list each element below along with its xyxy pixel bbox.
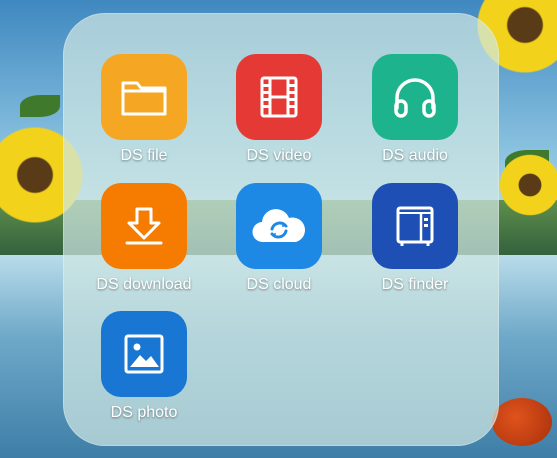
app-ds-photo[interactable]: DS photo [73,311,203,441]
app-ds-download[interactable]: DS download [73,183,203,313]
app-ds-audio[interactable]: DS audio [344,54,474,184]
photo-icon [124,334,164,374]
wallpaper-leaf [20,95,60,117]
app-folder: DS file DS video DS audio DS download DS… [63,13,499,446]
wallpaper-flower [495,150,557,220]
app-icon-ds-cloud[interactable] [236,183,322,269]
app-label: DS audio [382,147,448,164]
app-icon-ds-video[interactable] [236,54,322,140]
download-icon [125,207,163,245]
film-icon [260,76,298,118]
cloud-sync-icon [252,209,305,243]
app-icon-ds-finder[interactable] [372,183,458,269]
app-ds-video[interactable]: DS video [208,54,338,184]
headphones-icon [394,78,436,118]
app-ds-cloud[interactable]: DS cloud [208,183,338,313]
app-label: DS finder [381,276,449,293]
app-icon-ds-photo[interactable] [101,311,187,397]
folder-icon [121,81,167,116]
app-ds-file[interactable]: DS file [73,54,203,184]
nas-icon [396,206,434,246]
app-ds-finder[interactable]: DS finder [344,183,474,313]
app-icon-ds-audio[interactable] [372,54,458,140]
app-icon-ds-download[interactable] [101,183,187,269]
wallpaper-ladybug [492,398,552,446]
app-icon-ds-file[interactable] [101,54,187,140]
app-label: DS photo [110,404,178,421]
